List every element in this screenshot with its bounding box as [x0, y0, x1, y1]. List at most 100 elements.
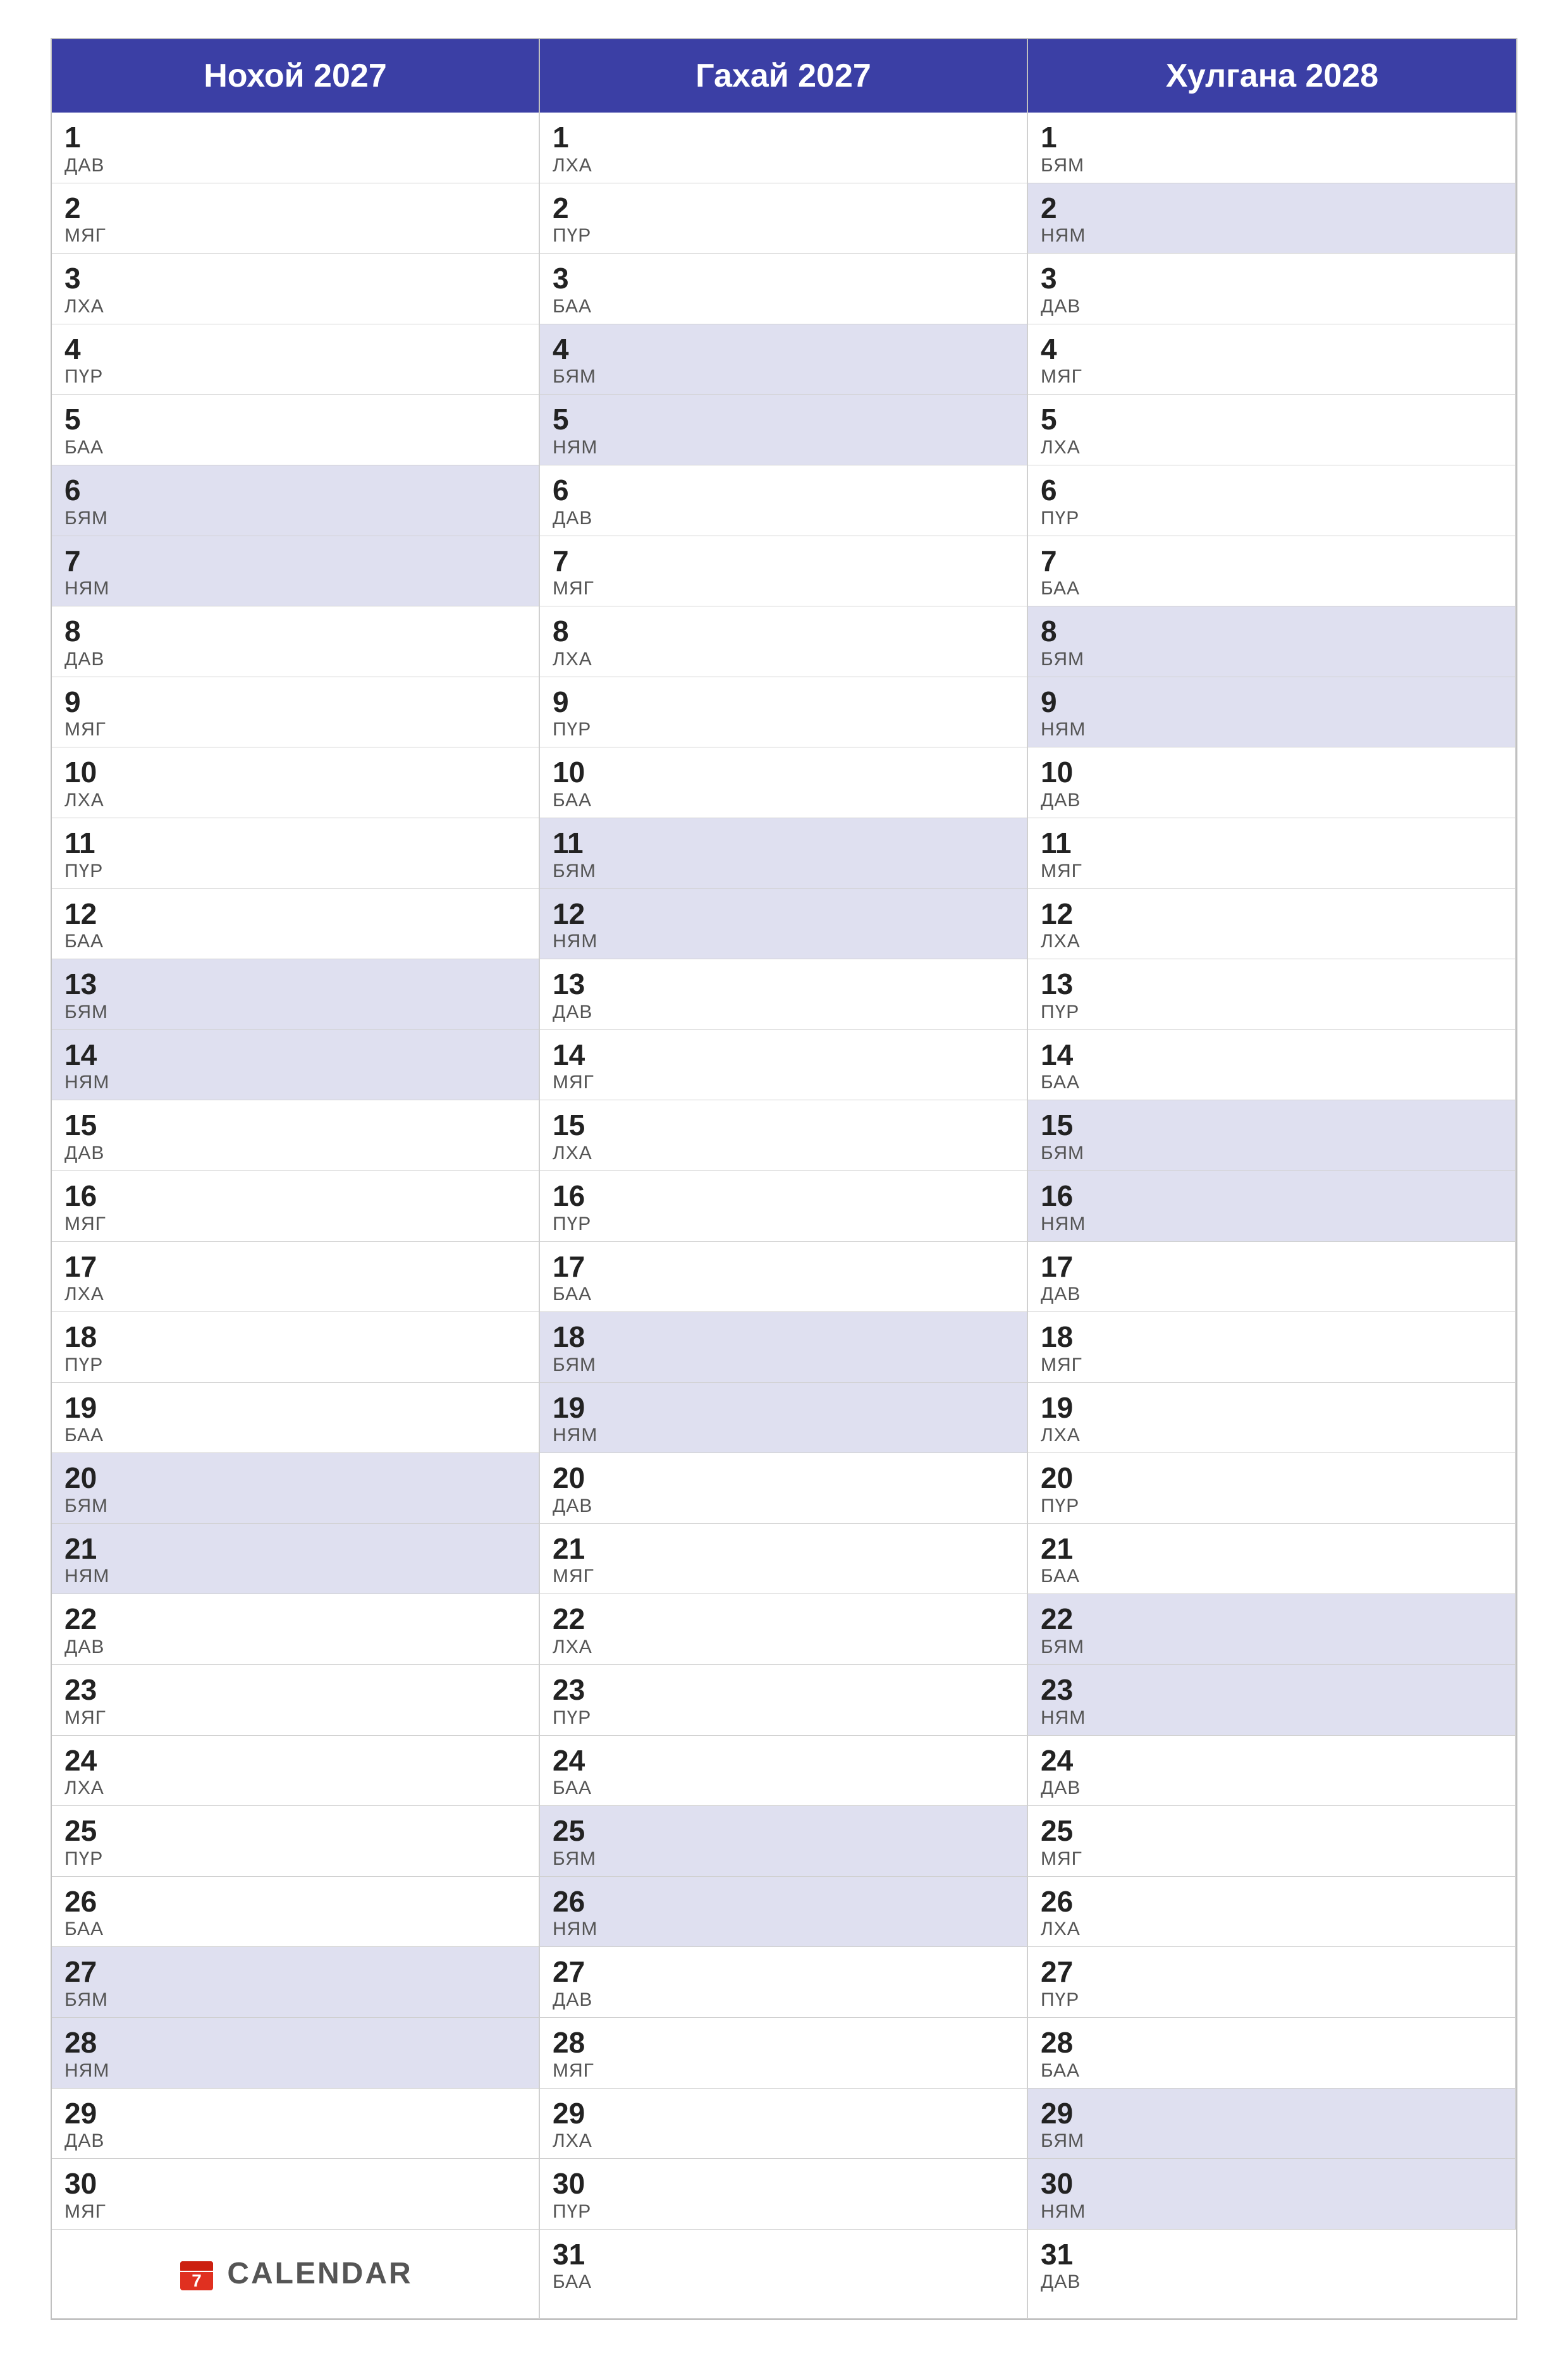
day-number: 8 — [64, 615, 526, 648]
day-label: БАА — [553, 1284, 1014, 1305]
day-label: ДАВ — [553, 1002, 1014, 1023]
day-number: 2 — [553, 192, 1014, 224]
day-label: НЯМ — [553, 1919, 1014, 1940]
day-label: БАА — [1041, 578, 1502, 599]
day-number: 21 — [64, 1533, 526, 1565]
logo-text: CALENDAR — [227, 2256, 412, 2291]
day-number: 9 — [64, 686, 526, 718]
day-label: НЯМ — [1041, 2201, 1502, 2223]
day-number: 7 — [553, 545, 1014, 577]
day-cell: 14БАА — [1028, 1030, 1516, 1101]
day-label: НЯМ — [64, 1072, 526, 1093]
day-label: ПҮР — [553, 1707, 1014, 1729]
day-label: МЯГ — [64, 1213, 526, 1235]
day-cell: 2НЯМ — [1028, 183, 1516, 254]
day-label: БЯМ — [553, 861, 1014, 882]
day-label: БЯМ — [64, 1002, 526, 1023]
day-label: НЯМ — [1041, 225, 1502, 247]
day-label: ЛХА — [64, 1778, 526, 1799]
day-number: 18 — [64, 1321, 526, 1353]
day-cell: 30НЯМ — [1028, 2159, 1516, 2230]
day-cell: 14НЯМ — [52, 1030, 540, 1101]
day-label: ЛХА — [1041, 931, 1502, 952]
day-cell: 27БЯМ — [52, 1947, 540, 2018]
day-cell: 23ПҮР — [540, 1665, 1028, 1736]
day-number: 24 — [553, 1745, 1014, 1777]
day-number: 16 — [553, 1180, 1014, 1212]
day-number: 4 — [1041, 333, 1502, 365]
day-number: 17 — [1041, 1251, 1502, 1283]
day-label: ПҮР — [64, 1354, 526, 1376]
month-header-3: Хулгана 2028 — [1028, 39, 1516, 113]
day-label: ЛХА — [1041, 437, 1502, 458]
day-number: 26 — [553, 1886, 1014, 1918]
day-cell: 31БАА — [540, 2230, 1028, 2319]
day-label: ЛХА — [64, 1284, 526, 1305]
day-number: 3 — [553, 262, 1014, 295]
day-number: 7 — [1041, 545, 1502, 577]
day-label: МЯГ — [553, 578, 1014, 599]
day-cell: 28БАА — [1028, 2018, 1516, 2089]
day-cell: 10ДАВ — [1028, 747, 1516, 818]
day-label: ПҮР — [64, 861, 526, 882]
day-number: 28 — [553, 2027, 1014, 2059]
day-number: 8 — [553, 615, 1014, 648]
day-cell: 23МЯГ — [52, 1665, 540, 1736]
day-cell: 7БАА — [1028, 536, 1516, 607]
day-label: БЯМ — [1041, 155, 1502, 176]
day-label: БЯМ — [1041, 1143, 1502, 1164]
day-label: БЯМ — [64, 508, 526, 529]
day-label: БАА — [553, 1778, 1014, 1799]
day-label: МЯГ — [553, 2060, 1014, 2082]
day-label: ДАВ — [1041, 2271, 1504, 2293]
day-cell: 10ЛХА — [52, 747, 540, 818]
day-label: ПҮР — [1041, 1495, 1502, 1517]
day-cell: 15БЯМ — [1028, 1100, 1516, 1171]
day-number: 29 — [64, 2097, 526, 2130]
day-label: МЯГ — [1041, 366, 1502, 388]
day-cell: 18БЯМ — [540, 1312, 1028, 1383]
day-number: 2 — [1041, 192, 1502, 224]
day-number: 26 — [1041, 1886, 1502, 1918]
day-number: 6 — [64, 474, 526, 507]
day-label: НЯМ — [553, 931, 1014, 952]
day-number: 11 — [553, 827, 1014, 859]
day-label: ДАВ — [1041, 1778, 1502, 1799]
day-cell: 19НЯМ — [540, 1383, 1028, 1454]
day-cell: 17ЛХА — [52, 1242, 540, 1313]
day-cell: 14МЯГ — [540, 1030, 1028, 1101]
day-cell: 28НЯМ — [52, 2018, 540, 2089]
day-label: БЯМ — [553, 1848, 1014, 1870]
day-label: МЯГ — [1041, 1354, 1502, 1376]
day-label: НЯМ — [1041, 1707, 1502, 1729]
day-label: БАА — [1041, 1072, 1502, 1093]
day-number: 16 — [1041, 1180, 1502, 1212]
day-label: БАА — [64, 1919, 526, 1940]
day-number: 10 — [1041, 756, 1502, 789]
day-cell: 21МЯГ — [540, 1524, 1028, 1595]
day-cell: 15ДАВ — [52, 1100, 540, 1171]
day-label: МЯГ — [64, 719, 526, 740]
day-number: 25 — [553, 1815, 1014, 1847]
day-number: 24 — [64, 1745, 526, 1777]
day-number: 16 — [64, 1180, 526, 1212]
day-number: 20 — [553, 1462, 1014, 1494]
day-cell: 16ПҮР — [540, 1171, 1028, 1242]
day-number: 19 — [553, 1392, 1014, 1424]
day-cell: 10БАА — [540, 747, 1028, 818]
day-cell: 6ПҮР — [1028, 465, 1516, 536]
day-label: ДАВ — [64, 1636, 526, 1658]
day-cell: 4МЯГ — [1028, 324, 1516, 395]
day-cell: 29ДАВ — [52, 2089, 540, 2159]
day-cell: 13ПҮР — [1028, 959, 1516, 1030]
day-number: 17 — [64, 1251, 526, 1283]
day-number: 30 — [553, 2168, 1014, 2200]
day-number: 5 — [553, 403, 1014, 436]
day-number: 30 — [64, 2168, 526, 2200]
day-cell: 12НЯМ — [540, 889, 1028, 960]
day-number: 9 — [553, 686, 1014, 718]
day-cell: 8ДАВ — [52, 606, 540, 677]
day-number: 20 — [64, 1462, 526, 1494]
day-cell: 11ПҮР — [52, 818, 540, 889]
day-label: ПҮР — [553, 1213, 1014, 1235]
